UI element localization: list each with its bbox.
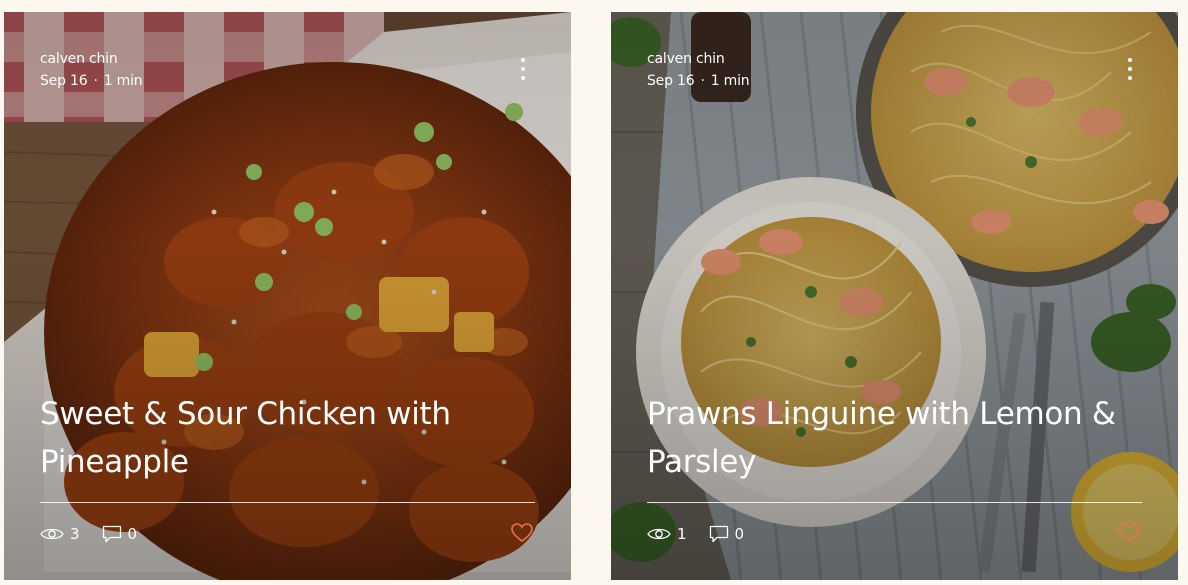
post-date: Sep 16 xyxy=(40,73,88,89)
post-meta: calven chin Sep 16 · 1 min xyxy=(647,48,750,92)
post-date: Sep 16 xyxy=(647,73,695,89)
read-time: 1 min xyxy=(103,73,143,89)
meta-separator: · xyxy=(700,73,705,89)
divider xyxy=(40,502,535,503)
comment-icon xyxy=(102,525,121,543)
more-vertical-icon[interactable] xyxy=(1124,58,1136,80)
more-vertical-icon[interactable] xyxy=(517,58,529,80)
post-stats: 1 0 xyxy=(647,523,766,545)
like-button[interactable] xyxy=(1118,523,1140,547)
heart-icon xyxy=(1118,523,1140,542)
author-name[interactable]: calven chin xyxy=(40,48,142,70)
views-count: 3 xyxy=(70,525,80,543)
read-time: 1 min xyxy=(710,73,750,89)
post-title[interactable]: Prawns Linguine with Lemon & Parsley xyxy=(647,390,1147,486)
views-count: 1 xyxy=(677,525,687,543)
comments-count: 0 xyxy=(734,525,745,543)
views-stat: 1 xyxy=(647,525,687,543)
views-stat: 3 xyxy=(40,525,80,543)
post-title[interactable]: Sweet & Sour Chicken with Pineapple xyxy=(40,390,540,486)
author-name[interactable]: calven chin xyxy=(647,48,749,70)
post-meta: calven chin Sep 16 · 1 min xyxy=(40,48,143,92)
meta-separator: · xyxy=(93,73,98,89)
divider xyxy=(647,502,1142,503)
eye-icon xyxy=(40,528,64,540)
eye-icon xyxy=(647,528,671,540)
heart-icon xyxy=(511,523,533,542)
comments-stat[interactable]: 0 xyxy=(709,525,745,543)
comments-stat[interactable]: 0 xyxy=(102,525,138,543)
post-stats: 3 0 xyxy=(40,523,159,545)
like-button[interactable] xyxy=(511,523,533,547)
comments-count: 0 xyxy=(127,525,138,543)
comment-icon xyxy=(709,525,728,543)
post-card[interactable]: calven chin Sep 16 · 1 min Sweet & Sour Ch… xyxy=(4,12,571,580)
post-card[interactable]: calven chin Sep 16 · 1 min Prawns Linguine… xyxy=(611,12,1178,580)
image-overlay xyxy=(4,12,571,580)
image-overlay xyxy=(611,12,1178,580)
